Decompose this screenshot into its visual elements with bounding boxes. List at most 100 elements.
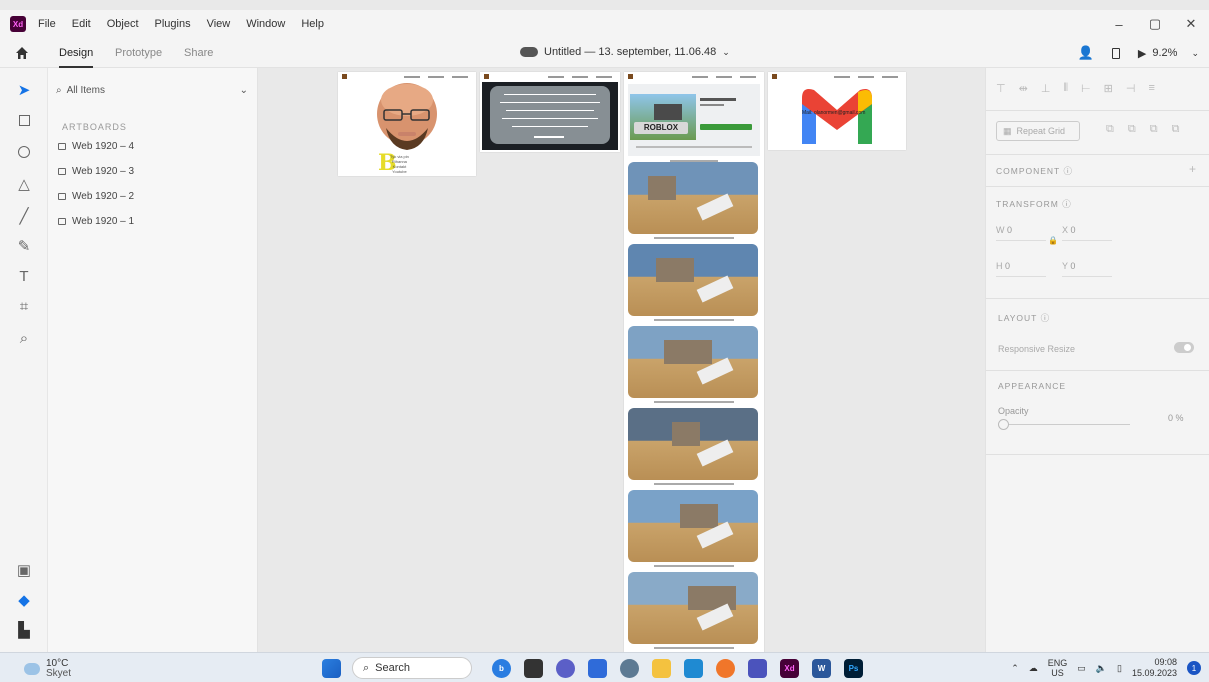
teams-chat-icon[interactable] — [556, 658, 575, 678]
user-icon[interactable]: 👤 — [1078, 45, 1094, 61]
cloud-weather-icon — [24, 663, 40, 675]
start-icon[interactable] — [322, 658, 341, 678]
boolean-add-icon[interactable]: ⧉ — [1106, 123, 1114, 136]
menu-window[interactable]: Window — [246, 18, 285, 30]
boolean-intersect-icon[interactable]: ⧉ — [1150, 123, 1158, 136]
weather-widget[interactable]: 10°C Skyet — [24, 659, 71, 679]
align-middle-icon[interactable]: ⇹ — [1019, 82, 1028, 95]
tab-prototype[interactable]: Prototype — [115, 47, 162, 59]
teams-icon[interactable] — [748, 658, 767, 678]
plugins-icon[interactable]: ▙ — [14, 620, 34, 640]
settings-icon[interactable] — [620, 658, 639, 678]
repeat-grid-button[interactable]: ▦ Repeat Grid — [996, 121, 1080, 141]
info-icon[interactable]: ⓘ — [1063, 166, 1073, 176]
close-button[interactable]: ✕ — [1173, 16, 1209, 32]
document-title[interactable]: Untitled — 13. september, 11.06.48 ⌄ — [520, 46, 730, 58]
battery-icon[interactable]: ▯ — [1117, 663, 1122, 674]
task-view-icon[interactable] — [524, 658, 543, 678]
menu-plugins[interactable]: Plugins — [155, 18, 191, 30]
notification-badge[interactable]: 1 — [1187, 661, 1201, 675]
distribute-vertical-icon[interactable]: ⫴ — [1063, 82, 1068, 95]
canvas[interactable]: B Tyk via pin Rihanna Kontakt Youtube RO… — [258, 68, 984, 652]
opacity-value[interactable]: 0 % — [1168, 413, 1184, 423]
chevron-down-icon[interactable]: ⌄ — [240, 85, 248, 96]
height-field[interactable]: H 0 — [996, 261, 1010, 271]
align-top-icon[interactable]: ⊤ — [996, 82, 1006, 95]
artboard-web-1920-2[interactable]: ROBLOX — [624, 72, 764, 652]
bing-icon[interactable]: b — [492, 658, 511, 678]
menu-file[interactable]: File — [38, 18, 56, 30]
ellipse-tool-icon[interactable] — [14, 142, 34, 162]
firefox-icon[interactable] — [716, 658, 735, 678]
artboard-icon — [58, 168, 66, 175]
align-left-icon[interactable]: ⊢ — [1081, 82, 1091, 95]
tab-share[interactable]: Share — [184, 47, 213, 59]
volume-icon[interactable]: 🔈 — [1096, 663, 1107, 674]
cloud-tray-icon[interactable]: ☁ — [1029, 663, 1038, 674]
taskbar-search[interactable]: ⌕ Search — [352, 657, 472, 679]
zoom-level[interactable]: 9.2% — [1152, 47, 1177, 59]
info-icon[interactable]: ⓘ — [1041, 313, 1051, 323]
artboard-tool-icon[interactable]: ⌗ — [14, 296, 34, 316]
network-icon[interactable]: ▭ — [1077, 663, 1086, 674]
align-center-icon[interactable]: ⊞ — [1104, 82, 1113, 95]
line-tool-icon[interactable]: ╱ — [14, 206, 34, 226]
distribute-horizontal-icon[interactable]: ≡ — [1148, 82, 1154, 95]
clock-date: 15.09.2023 — [1131, 668, 1177, 678]
layer-item-label: Web 1920 – 1 — [72, 216, 135, 227]
photoshop-icon[interactable]: Ps — [844, 658, 863, 678]
store-icon[interactable] — [588, 658, 607, 678]
select-tool-icon[interactable]: ➤ — [14, 80, 34, 100]
tray-chevron-icon[interactable]: ⌃ — [1011, 663, 1019, 674]
x-field[interactable]: X 0 — [1062, 225, 1076, 235]
layer-item[interactable]: Web 1920 – 1 — [58, 216, 134, 227]
play-icon[interactable]: ▶ — [1138, 47, 1146, 60]
width-field[interactable]: W 0 — [996, 225, 1012, 235]
artboard-web-1920-3[interactable] — [480, 72, 620, 152]
align-right-icon[interactable]: ⊣ — [1126, 82, 1136, 95]
lock-aspect-icon[interactable]: 🔒 — [1048, 236, 1058, 245]
layers-filter[interactable]: ⌕ All Items ⌄ — [56, 80, 248, 100]
text-tool-icon[interactable]: T — [14, 266, 34, 286]
clock[interactable]: 09:08 15.09.2023 — [1132, 657, 1177, 679]
info-icon[interactable]: ⓘ — [1062, 199, 1072, 209]
xd-app-icon[interactable]: Xd — [780, 658, 799, 678]
assets-icon[interactable]: ▣ — [14, 560, 34, 580]
opacity-slider-handle[interactable] — [998, 419, 1009, 430]
opacity-slider-track[interactable] — [1000, 424, 1130, 425]
file-explorer-icon[interactable] — [652, 658, 671, 678]
rectangle-tool-icon[interactable] — [14, 110, 34, 130]
layer-item[interactable]: Web 1920 – 3 — [58, 166, 134, 177]
boolean-subtract-icon[interactable]: ⧉ — [1128, 123, 1136, 136]
menu-help[interactable]: Help — [301, 18, 324, 30]
device-preview-icon[interactable] — [1111, 47, 1120, 59]
home-icon[interactable] — [14, 45, 30, 61]
pen-tool-icon[interactable]: ✎ — [14, 236, 34, 256]
responsive-resize-toggle[interactable] — [1174, 342, 1194, 353]
minimize-button[interactable]: – — [1101, 17, 1137, 32]
triangle-tool-icon[interactable]: △ — [14, 174, 34, 194]
tab-design[interactable]: Design — [59, 47, 94, 68]
word-icon[interactable]: W — [812, 658, 831, 678]
y-field[interactable]: Y 0 — [1062, 261, 1075, 271]
menu-object[interactable]: Object — [107, 18, 139, 30]
add-component-icon[interactable]: + — [1189, 162, 1196, 176]
layers-icon[interactable]: ◆ — [14, 590, 34, 610]
screenshot-caption — [654, 565, 734, 567]
layer-item[interactable]: Web 1920 – 4 — [58, 141, 134, 152]
game-screenshot — [628, 490, 758, 562]
align-bottom-icon[interactable]: ⊥ — [1041, 82, 1051, 95]
artboard-web-1920-1[interactable]: Mail: olanormen@gmail.com — [768, 72, 906, 150]
vscode-icon[interactable] — [684, 658, 703, 678]
system-tray: ⌃ ☁ ENG US ▭ 🔈 ▯ 09:08 15.09.2023 1 — [1011, 657, 1201, 679]
language-indicator[interactable]: ENG US — [1048, 658, 1068, 678]
layer-item[interactable]: Web 1920 – 2 — [58, 191, 134, 202]
restore-button[interactable]: ▢ — [1137, 16, 1173, 32]
menu-view[interactable]: View — [207, 18, 231, 30]
zoom-tool-icon[interactable]: ⌕ — [14, 328, 34, 348]
menu-edit[interactable]: Edit — [72, 18, 91, 30]
boolean-exclude-icon[interactable]: ⧉ — [1172, 123, 1180, 136]
zoom-chevron-icon[interactable]: ⌄ — [1191, 48, 1199, 59]
artboard-web-1920-4[interactable]: B Tyk via pin Rihanna Kontakt Youtube — [338, 72, 476, 176]
top-bar: Design Prototype Share Untitled — 13. se… — [0, 38, 1209, 68]
